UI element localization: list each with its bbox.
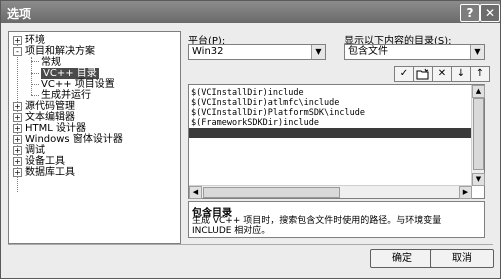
directory-type-select[interactable]: 包含文件 ▼ <box>344 44 485 60</box>
delete-icon[interactable]: ✕ <box>432 66 452 82</box>
expand-icon[interactable]: + <box>13 145 22 155</box>
tree-guide-line <box>31 95 39 96</box>
tree-guide-line <box>31 61 39 62</box>
horizontal-scrollbar[interactable]: ◀ ▶ <box>189 185 472 199</box>
tree-item-text-editor[interactable]: + 文本编辑器 <box>13 112 75 123</box>
scroll-up-icon[interactable]: ▲ <box>472 85 485 98</box>
tree-item-device-tools[interactable]: + 设备工具 <box>13 156 65 167</box>
cancel-button[interactable]: 取消 <box>430 249 494 268</box>
collapse-icon[interactable]: - <box>13 46 22 56</box>
list-item-selected[interactable] <box>189 128 472 138</box>
tree-item-environment[interactable]: + 环境 <box>13 35 45 46</box>
list-item[interactable]: $(VCInstallDir)include <box>191 88 304 98</box>
expand-icon[interactable]: + <box>13 167 22 177</box>
directory-type-value: 包含文件 <box>348 46 388 57</box>
tree-item-html-designer[interactable]: + HTML 设计器 <box>13 123 86 134</box>
description-text: 生成 VC++ 项目时，搜索包含文件时使用的路径。与环境变量 INCLUDE 相… <box>192 216 442 236</box>
chevron-down-icon[interactable]: ▼ <box>311 45 325 59</box>
scroll-right-icon[interactable]: ▶ <box>459 186 472 199</box>
chevron-down-icon[interactable]: ▼ <box>470 45 484 59</box>
tree-item-build-and-run[interactable]: 生成并运行 <box>41 90 91 101</box>
move-up-icon[interactable]: ↑ <box>470 66 490 82</box>
expand-icon[interactable]: + <box>13 134 22 144</box>
options-dialog: 选项 ? ✕ + 环境 - 项目和解决方案 常规 VC++ 目录 VC++ 项目设置… <box>0 0 501 279</box>
list-item[interactable]: $(VCInstallDir)PlatformSDK\include <box>191 108 365 118</box>
move-down-icon[interactable]: ↓ <box>451 66 471 82</box>
options-tree[interactable]: + 环境 - 项目和解决方案 常规 VC++ 目录 VC++ 项目设置 生成并运行 … <box>8 31 181 244</box>
close-icon[interactable]: ✕ <box>480 4 500 22</box>
tree-item-general[interactable]: 常规 <box>41 57 61 68</box>
window-title: 选项 <box>7 7 32 21</box>
tree-guide-line <box>31 84 39 85</box>
list-item[interactable]: $(VCInstallDir)atlmfc\include <box>191 98 339 108</box>
tree-item-source-control[interactable]: + 源代码管理 <box>13 101 75 112</box>
tree-item-projects-solutions[interactable]: - 项目和解决方案 <box>13 46 95 57</box>
tree-item-windows-forms-designer[interactable]: + Windows 窗体设计器 <box>13 134 123 145</box>
help-icon[interactable]: ? <box>460 4 480 22</box>
expand-icon[interactable]: + <box>13 123 22 133</box>
divider <box>8 244 493 245</box>
expand-icon[interactable]: + <box>13 112 22 122</box>
tree-item-database-tools[interactable]: + 数据库工具 <box>13 167 75 178</box>
expand-icon[interactable]: + <box>13 35 22 45</box>
expand-icon[interactable]: + <box>13 101 22 111</box>
list-item[interactable]: $(FrameworkSDKDir)include <box>191 118 319 128</box>
vertical-scrollbar[interactable]: ▲ ▼ <box>471 85 485 186</box>
tree-item-vc-directories[interactable]: VC++ 目录 <box>41 68 99 79</box>
tree-guide-line <box>31 73 39 74</box>
platform-value: Win32 <box>192 46 224 57</box>
scroll-thumb[interactable] <box>473 98 484 170</box>
check-icon[interactable]: ✓ <box>394 66 414 82</box>
expand-icon[interactable]: + <box>13 156 22 166</box>
ok-button[interactable]: 确定 <box>370 249 434 268</box>
tree-item-debugging[interactable]: + 调试 <box>13 145 45 156</box>
title-bar: 选项 ? ✕ <box>1 1 500 23</box>
scroll-left-icon[interactable]: ◀ <box>189 186 202 199</box>
tree-guide-line <box>31 57 32 95</box>
directory-list[interactable]: $(VCInstallDir)include $(VCInstallDir)at… <box>188 84 485 199</box>
description-box: 包含目录 生成 VC++ 项目时，搜索包含文件时使用的路径。与环境变量 INCL… <box>188 201 485 238</box>
tree-item-vc-project-settings[interactable]: VC++ 项目设置 <box>41 79 115 90</box>
new-folder-icon[interactable] <box>413 66 433 82</box>
scroll-thumb[interactable] <box>203 187 340 198</box>
platform-select[interactable]: Win32 ▼ <box>188 44 326 60</box>
scroll-down-icon[interactable]: ▼ <box>472 173 485 186</box>
